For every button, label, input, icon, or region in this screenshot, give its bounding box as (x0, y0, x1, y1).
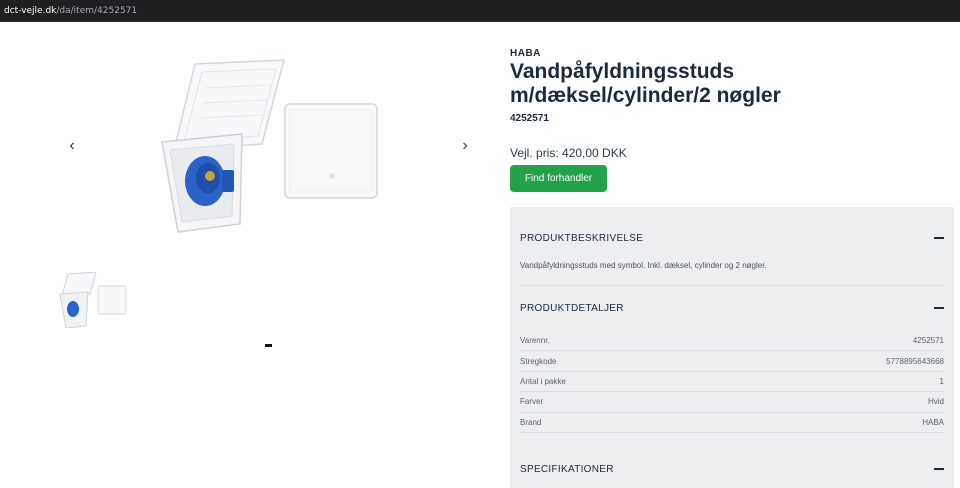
accordion-label: PRODUKTBESKRIVELSE (520, 232, 644, 244)
chevron-right-icon[interactable]: › (455, 136, 475, 156)
accordion-header-details[interactable]: PRODUKTDETALJER (520, 298, 944, 318)
table-row: Farver Hvid (520, 392, 944, 413)
minus-icon[interactable] (934, 468, 944, 470)
detail-value: Hvid (927, 397, 944, 407)
product-brand: HABA (510, 48, 541, 59)
product-main-image (161, 59, 378, 233)
detail-value: 1 (939, 376, 944, 386)
address-bar[interactable]: dct-vejle.dk/da/item/4252571 (0, 0, 960, 22)
product-accordion: PRODUKTBESKRIVELSE Vandpåfyldningsstuds … (510, 207, 954, 488)
product-gallery: ‹ › (0, 22, 500, 488)
product-sku: 4252571 (510, 113, 549, 124)
url-host: dct-vejle.dk (4, 5, 57, 16)
product-thumbnail[interactable] (58, 272, 128, 328)
table-row: Brand HABA (520, 413, 944, 433)
detail-value: HABA (922, 417, 944, 427)
url-path: /da/item/4252571 (56, 5, 138, 16)
detail-key: Varennr. (520, 336, 550, 346)
detail-key: Stregkode (520, 356, 557, 366)
minus-icon[interactable] (934, 307, 944, 309)
find-dealer-button[interactable]: Find forhandler (510, 165, 607, 192)
accordion-label: PRODUKTDETALJER (520, 302, 624, 314)
detail-value: 4252571 (912, 336, 944, 346)
detail-value: 5778895643668 (886, 356, 944, 366)
detail-key: Antal i pakke (520, 376, 566, 386)
product-price: Vejl. pris: 420,00 DKK (510, 146, 627, 160)
divider (520, 285, 944, 286)
accordion-label: SPECIFIKATIONER (520, 463, 614, 475)
details-table: Varennr. 4252571 Stregkode 5778895643668… (520, 331, 944, 433)
table-row: Stregkode 5778895643668 (520, 351, 944, 372)
carousel-indicator[interactable] (265, 344, 272, 347)
detail-key: Farver (520, 397, 544, 407)
chevron-left-icon[interactable]: ‹ (62, 136, 82, 156)
table-row: Varennr. 4252571 (520, 331, 944, 352)
detail-key: Brand (520, 417, 542, 427)
product-title: Vandpåfyldningsstuds m/dæksel/cylinder/2… (510, 60, 781, 107)
minus-icon[interactable] (934, 237, 944, 239)
table-row: Antal i pakke 1 (520, 372, 944, 393)
product-info: HABA Vandpåfyldningsstuds m/dæksel/cylin… (510, 22, 960, 488)
accordion-header-description[interactable]: PRODUKTBESKRIVELSE (520, 228, 944, 248)
accordion-header-specifications[interactable]: SPECIFIKATIONER (520, 459, 944, 479)
product-description: Vandpåfyldningsstuds med symbol. Inkl. d… (520, 261, 767, 270)
